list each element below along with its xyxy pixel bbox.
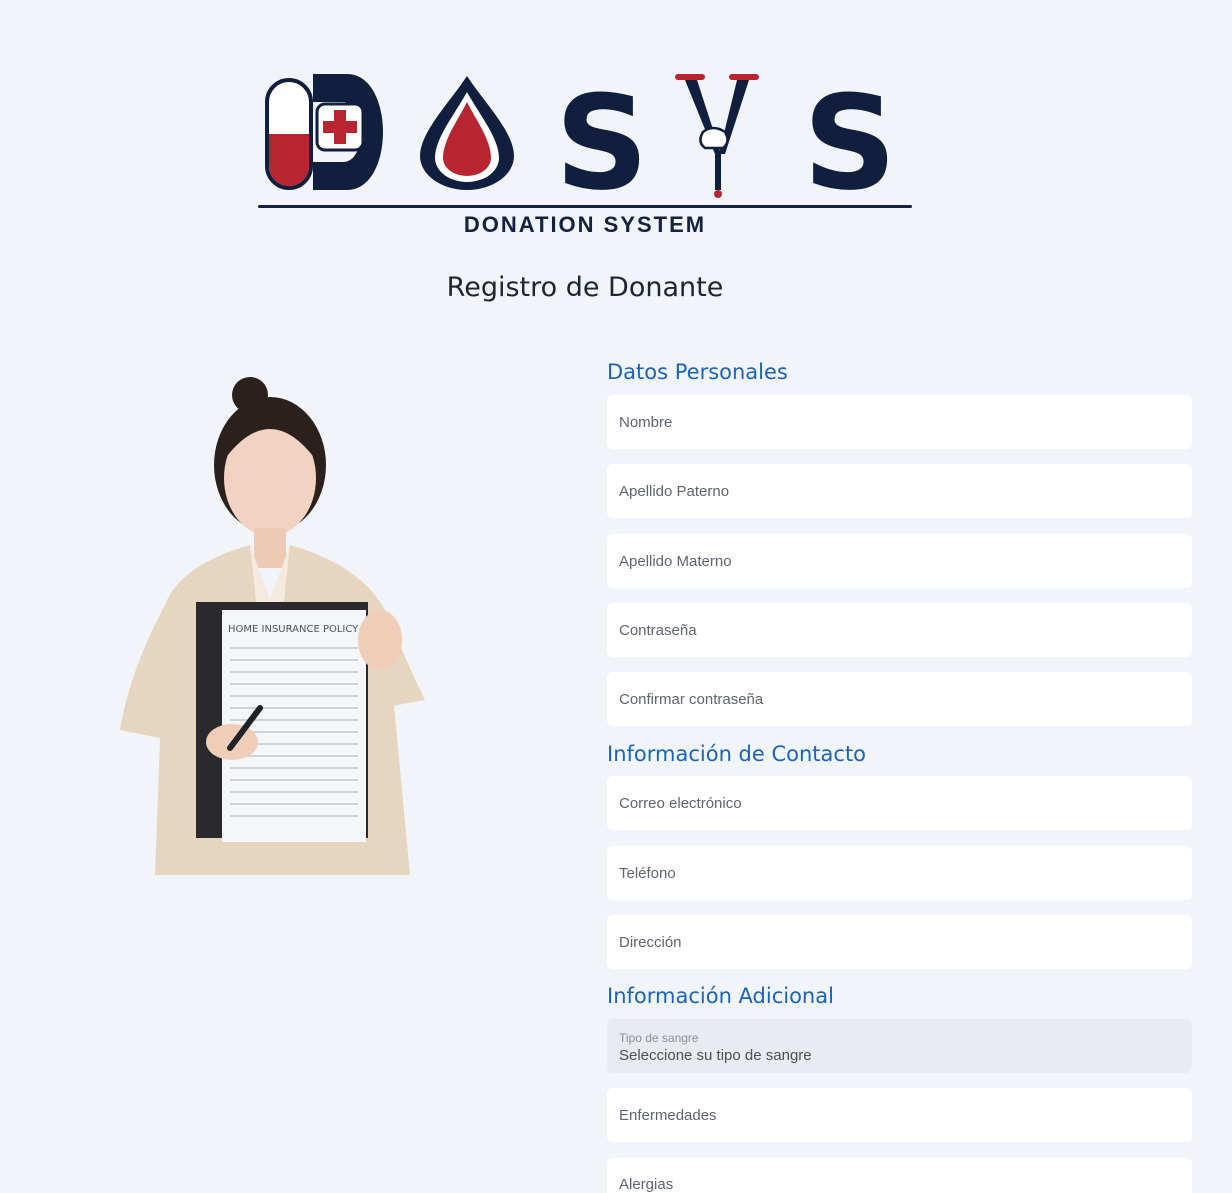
apellido-paterno-input[interactable]: Apellido Paterno (607, 464, 1192, 518)
email-input[interactable]: Correo electrónico (607, 776, 1192, 830)
svg-text:S: S (803, 67, 897, 202)
cross-icon (315, 102, 365, 152)
donor-illustration: HOME INSURANCE POLICY (110, 370, 440, 875)
apellido-materno-placeholder: Apellido Materno (619, 552, 732, 570)
section-contact-title: Información de Contacto (607, 742, 867, 766)
phone-input[interactable]: Teléfono (607, 846, 1192, 900)
svg-text:S: S (555, 67, 649, 202)
section-personal-title: Datos Personales (607, 360, 788, 384)
logo-divider (258, 205, 912, 208)
allergies-input[interactable]: Alergias (607, 1158, 1192, 1193)
pill-icon (265, 78, 313, 190)
blood-drop-icon (420, 76, 514, 190)
crutch-icon (675, 74, 759, 198)
nombre-input[interactable]: Nombre (607, 395, 1192, 449)
apellido-materno-input[interactable]: Apellido Materno (607, 534, 1192, 588)
address-input[interactable]: Dirección (607, 915, 1192, 969)
blood-type-value: Seleccione su tipo de sangre (619, 1046, 812, 1064)
apellido-paterno-placeholder: Apellido Paterno (619, 482, 730, 500)
allergies-placeholder: Alergias (619, 1176, 674, 1193)
blood-type-select[interactable]: Tipo de sangre Seleccione su tipo de san… (607, 1019, 1192, 1073)
logo-graphic: S S (265, 67, 897, 219)
document-title: HOME INSURANCE POLICY (228, 624, 359, 635)
dosys-logo: S S DONATION SYSTEM (255, 62, 915, 242)
nombre-placeholder: Nombre (619, 413, 673, 431)
confirm-password-placeholder: Confirmar contraseña (619, 690, 764, 708)
password-input[interactable]: Contraseña (607, 603, 1192, 657)
logo-subtitle: DONATION SYSTEM (463, 212, 707, 237)
diseases-placeholder: Enfermedades (619, 1106, 717, 1124)
phone-placeholder: Teléfono (619, 864, 676, 882)
confirm-password-input[interactable]: Confirmar contraseña (607, 672, 1192, 726)
address-placeholder: Dirección (619, 933, 682, 951)
diseases-input[interactable]: Enfermedades (607, 1088, 1192, 1142)
password-placeholder: Contraseña (619, 621, 697, 639)
section-additional-title: Información Adicional (607, 984, 834, 1008)
page-title: Registro de Donante (446, 272, 724, 303)
blood-type-label: Tipo de sangre (619, 1030, 699, 1045)
email-placeholder: Correo electrónico (619, 794, 742, 812)
